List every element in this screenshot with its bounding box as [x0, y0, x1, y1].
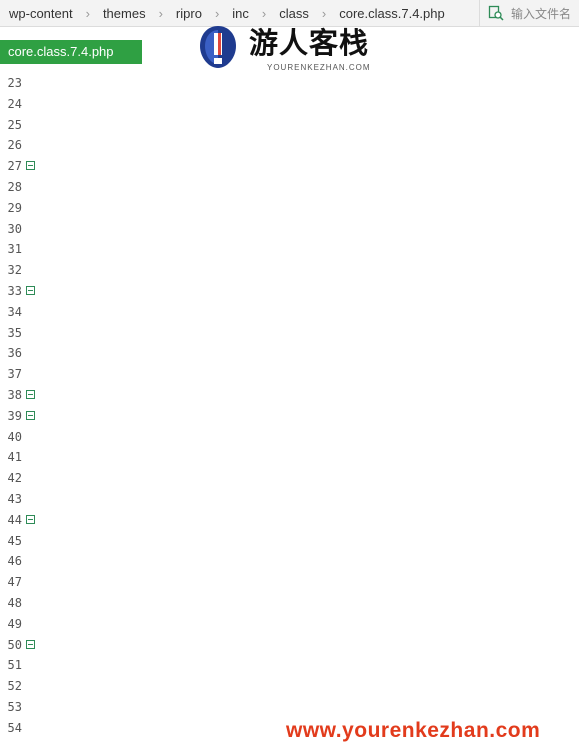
code-line[interactable]: 29$ShopOrder->update($out_trade_no, $tra…: [0, 198, 579, 219]
code-line[interactable]: 47}: [0, 572, 579, 593]
line-number: 54: [7, 720, 22, 735]
tab-core-class-file[interactable]: core.class.7.4.php: [0, 40, 142, 64]
line-number: 53: [7, 699, 22, 714]
line-number: 49: [7, 616, 22, 631]
line-number: 42: [7, 471, 22, 486]
chevron-right-icon: ›: [85, 5, 90, 21]
line-number: 34: [7, 304, 22, 319]
breadcrumb-item[interactable]: ripro: [171, 6, 207, 21]
code-line[interactable]: 27if ($order && $order->order_type == 'o…: [0, 156, 579, 177]
line-number: 29: [7, 200, 22, 215]
code-line[interactable]: 43}: [0, 489, 579, 510]
code-line[interactable]: 32//更新在线支付购买会员: [0, 260, 579, 281]
logo-title: 游人客栈: [249, 26, 370, 60]
line-number: 43: [7, 491, 22, 506]
line-number: 44: [7, 512, 22, 527]
line-number: 39: [7, 408, 22, 423]
code-line[interactable]: 51$Caolog = new Caolog();: [0, 655, 579, 676]
logo-subtitle: YOURENKEZHAN.COM: [267, 63, 371, 72]
fold-toggle-icon[interactable]: [26, 285, 35, 295]
fold-toggle-icon[interactable]: [26, 514, 35, 524]
code-line[interactable]: 44if (empty($pay_daynum)) {: [0, 510, 579, 531]
code-line[interactable]: 25}: [0, 115, 579, 136]
line-number: 50: [7, 637, 22, 652]
code-line[interactable]: 24_sendMail($obj_user->user_email, '支付成功…: [0, 94, 579, 115]
line-number: 25: [7, 117, 22, 132]
line-number: 51: [7, 658, 22, 673]
chevron-right-icon: ›: [261, 5, 267, 21]
line-number: 52: [7, 679, 22, 694]
file-search-icon: [488, 5, 504, 21]
code-line[interactable]: 48: [0, 593, 579, 614]
code-line[interactable]: 50if ($order->user_id) {: [0, 635, 579, 656]
chevron-right-icon: ›: [214, 5, 220, 21]
line-number: 45: [7, 533, 22, 548]
code-line[interactable]: 30: [0, 219, 579, 240]
code-line[interactable]: 37$vip_pay_setting = _cao('vip-pay-setti…: [0, 364, 579, 385]
file-search-button[interactable]: 输入文件名: [479, 0, 579, 26]
code-line[interactable]: 38foreach ($vip_pay_setting as $key => $…: [0, 385, 579, 406]
line-number: 23: [7, 76, 22, 90]
code-line[interactable]: 28//更新订单状态: [0, 177, 579, 198]
code-line[interactable]: 39if ($item['price'] == $order->order_pr…: [0, 406, 579, 427]
line-number: 35: [7, 325, 22, 340]
code-line[interactable]: 49// 添加纪录: [0, 614, 579, 635]
line-number: 26: [7, 138, 22, 153]
line-number: 48: [7, 595, 22, 610]
line-number: 32: [7, 263, 22, 278]
line-number: 36: [7, 346, 22, 361]
site-logo: 游人客栈 YOURENKEZHAN.COM: [197, 24, 387, 74]
code-line[interactable]: 35// 获取后台价格设置: [0, 323, 579, 344]
code-line[interactable]: 45echo json_encode(array('status' => '0'…: [0, 531, 579, 552]
code-line[interactable]: 36$charge_rate = (int) _cao('site_change…: [0, 343, 579, 364]
chevron-right-icon: ›: [158, 5, 163, 21]
line-number: 38: [7, 387, 22, 402]
code-line[interactable]: 42}: [0, 468, 579, 489]
file-search-label: 输入文件名: [511, 6, 572, 21]
line-number: 41: [7, 450, 22, 465]
line-number: 31: [7, 242, 22, 257]
fold-toggle-icon[interactable]: [26, 389, 35, 399]
code-line[interactable]: 23$obj_user = get_user_by('ID', $order->…: [0, 73, 579, 94]
line-number: 28: [7, 179, 22, 194]
code-editor[interactable]: 23$obj_user = get_user_by('ID', $order->…: [0, 73, 579, 739]
breadcrumb-item[interactable]: inc: [227, 6, 254, 21]
line-number: 37: [7, 367, 22, 382]
code-line[interactable]: 41break; // 取到值时，终止循环: [0, 447, 579, 468]
breadcrumb-item[interactable]: class: [274, 6, 314, 21]
line-number: 33: [7, 283, 22, 298]
code-line[interactable]: 33if ($orders->post_id==cao_get_page_by_…: [0, 281, 579, 302]
code-line[interactable]: 26}: [0, 135, 579, 156]
chevron-right-icon: ›: [321, 5, 327, 21]
code-line[interactable]: 34$CaoUser = new CaoUser($order->user_id…: [0, 302, 579, 323]
line-number: 24: [7, 96, 22, 111]
line-number: 46: [7, 554, 22, 569]
fold-toggle-icon[interactable]: [26, 161, 35, 171]
breadcrumb-bar: wp-content › themes › ripro › inc › clas…: [0, 0, 579, 27]
breadcrumb-item[interactable]: wp-content: [4, 6, 78, 21]
code-line[interactable]: 52$web_money = $CaoUser->get_balance();: [0, 676, 579, 697]
logo-mark-icon: [200, 26, 236, 68]
line-number: 40: [7, 429, 22, 444]
line-number: 30: [7, 221, 22, 236]
code-line[interactable]: 31//: [0, 239, 579, 260]
code-line[interactable]: 46exit;: [0, 551, 579, 572]
code-line[interactable]: 40$pay_daynum = $item['daynum'];: [0, 427, 579, 448]
breadcrumb: wp-content › themes › ripro › inc › clas…: [0, 6, 450, 21]
breadcrumb-item[interactable]: core.class.7.4.php: [334, 6, 450, 21]
line-number: 47: [7, 575, 22, 590]
code-line[interactable]: 53$note = '在线开通'._cao('site_vip_name') .…: [0, 697, 579, 718]
watermark-text: www.yourenkezhan.com: [286, 719, 541, 742]
breadcrumb-item[interactable]: themes: [98, 6, 151, 21]
line-number: 27: [7, 159, 22, 174]
fold-toggle-icon[interactable]: [26, 410, 35, 420]
fold-toggle-icon[interactable]: [26, 639, 35, 649]
